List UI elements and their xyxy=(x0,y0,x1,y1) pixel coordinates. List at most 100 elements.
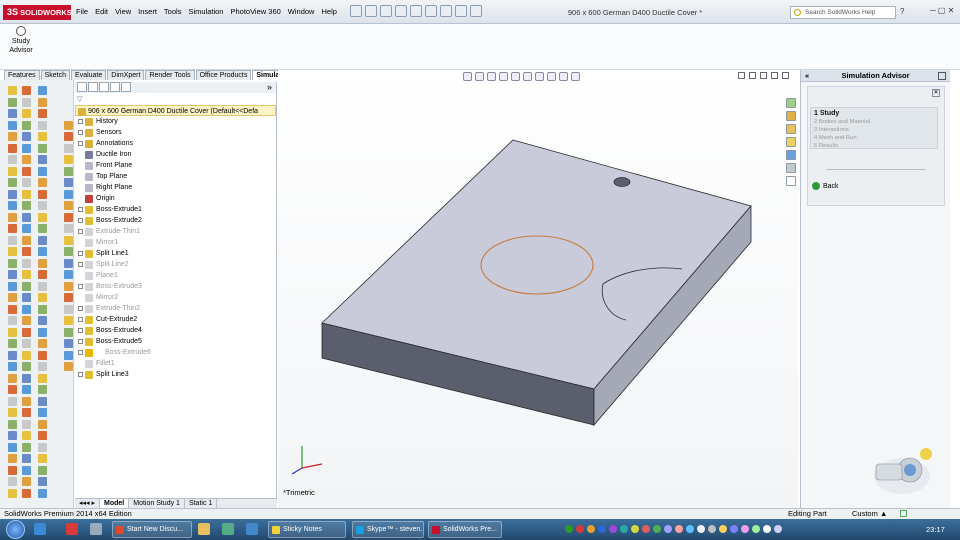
toolbar-tool-icon[interactable] xyxy=(64,281,73,291)
tree-item[interactable]: Top Plane xyxy=(75,171,276,182)
toolbar-tool-icon[interactable] xyxy=(22,396,31,406)
tree-item[interactable]: Front Plane xyxy=(75,160,276,171)
tree-item[interactable]: Extrude-Thin1 xyxy=(75,226,276,237)
toolbar-tool-icon[interactable] xyxy=(22,293,31,302)
toolbar-tool-icon[interactable] xyxy=(22,155,31,164)
tab-model[interactable]: Model xyxy=(100,499,130,508)
toolbar-tool-icon[interactable] xyxy=(64,350,73,360)
toolbar-tool-icon[interactable] xyxy=(8,189,17,199)
tray-icon[interactable] xyxy=(730,525,738,533)
toolbar-tool-icon[interactable] xyxy=(8,120,17,130)
toolbar-tool-icon[interactable] xyxy=(8,109,17,118)
view-palette-tab-icon[interactable] xyxy=(786,137,796,147)
expand-toggle-icon[interactable] xyxy=(78,350,83,355)
menu-file[interactable]: File xyxy=(76,7,88,16)
toolbar-tool-icon[interactable] xyxy=(8,235,17,245)
tree-item[interactable]: Boss-Extrude4 xyxy=(75,325,276,336)
menu-edit[interactable]: Edit xyxy=(95,7,108,16)
tab-dimxpert[interactable]: DimXpert xyxy=(107,70,145,80)
tray-icon[interactable] xyxy=(609,525,617,533)
tree-root-part[interactable]: 906 x 600 German D400 Ductile Cover (Def… xyxy=(75,105,276,116)
options-icon[interactable] xyxy=(470,5,482,17)
toolbar-tool-icon[interactable] xyxy=(64,247,73,256)
advisor-step[interactable]: 2 Bodies and Material xyxy=(814,118,934,126)
toolbar-tool-icon[interactable] xyxy=(38,316,47,325)
tree-item[interactable]: Boss-Extrude1 xyxy=(75,204,276,215)
toolbar-tool-icon[interactable] xyxy=(22,431,31,440)
display-manager-tab[interactable] xyxy=(121,82,131,92)
file-explorer-tab-icon[interactable] xyxy=(786,124,796,134)
tray-icon[interactable] xyxy=(752,525,760,533)
collapse-pane-icon[interactable]: « xyxy=(805,70,809,82)
toolbar-tool-icon[interactable] xyxy=(8,247,17,256)
toolbar-tool-icon[interactable] xyxy=(64,293,73,302)
toolbar-tool-icon[interactable] xyxy=(22,373,31,383)
toolbar-tool-icon[interactable] xyxy=(22,247,31,256)
toolbar-tool-icon[interactable] xyxy=(38,477,47,486)
tab-features[interactable]: Features xyxy=(4,70,40,80)
toolbar-tool-icon[interactable] xyxy=(8,454,17,463)
taskbar-button[interactable]: SolidWorks Pre... xyxy=(428,521,502,538)
taskbar-button[interactable]: Start New Discu... xyxy=(112,521,192,538)
pinned-app-icon[interactable] xyxy=(66,523,78,535)
menu-window[interactable]: Window xyxy=(288,7,315,16)
toolbar-tool-icon[interactable] xyxy=(64,132,73,141)
help-button[interactable]: ? xyxy=(900,7,904,16)
toolbar-tool-icon[interactable] xyxy=(38,97,47,107)
menu-simulation[interactable]: Simulation xyxy=(188,7,223,16)
tree-item[interactable]: Ductile Iron xyxy=(75,149,276,160)
search-input[interactable]: Search SolidWorks Help xyxy=(790,6,896,19)
toolbar-tool-icon[interactable] xyxy=(8,201,17,210)
tree-item[interactable]: Fillet1 xyxy=(75,358,276,369)
expand-toggle-icon[interactable] xyxy=(78,328,83,333)
tray-icon[interactable] xyxy=(763,525,771,533)
pinned-app-icon[interactable] xyxy=(246,523,258,535)
tree-item[interactable]: Plane1 xyxy=(75,270,276,281)
toolbar-tool-icon[interactable] xyxy=(38,201,47,210)
close-icon[interactable]: ✕ xyxy=(932,89,940,97)
toolbar-tool-icon[interactable] xyxy=(64,201,73,210)
file-properties-icon[interactable] xyxy=(455,5,467,17)
taskbar-button[interactable]: Skype™ - steven... xyxy=(352,521,424,538)
toolbar-tool-icon[interactable] xyxy=(38,178,47,187)
unit-system-selector[interactable]: Custom ▲ xyxy=(852,509,887,519)
toolbar-tool-icon[interactable] xyxy=(22,178,31,187)
toolbar-tool-icon[interactable] xyxy=(22,212,31,222)
expand-toggle-icon[interactable] xyxy=(78,207,83,212)
pinned-folder-icon[interactable] xyxy=(198,523,210,535)
advisor-step[interactable]: 3 Interactions xyxy=(814,126,934,134)
toolbar-tool-icon[interactable] xyxy=(38,247,47,256)
toolbar-tool-icon[interactable] xyxy=(22,109,31,118)
new-document-icon[interactable] xyxy=(350,5,362,17)
expand-toggle-icon[interactable] xyxy=(78,119,83,124)
pinned-app-icon[interactable] xyxy=(90,523,102,535)
expand-toggle-icon[interactable] xyxy=(78,218,83,223)
toolbar-tool-icon[interactable] xyxy=(22,408,31,417)
toolbar-tool-icon[interactable] xyxy=(38,293,47,302)
tree-item[interactable]: Boss-Extrude2 xyxy=(75,215,276,226)
toolbar-tool-icon[interactable] xyxy=(38,385,47,394)
tray-icon[interactable] xyxy=(620,525,628,533)
toolbar-tool-icon[interactable] xyxy=(22,281,31,291)
toolbar-tool-icon[interactable] xyxy=(8,362,17,371)
toolbar-tool-icon[interactable] xyxy=(22,442,31,452)
toolbar-tool-icon[interactable] xyxy=(8,258,17,268)
toolbar-tool-icon[interactable] xyxy=(64,339,73,348)
tree-item[interactable]: History xyxy=(75,116,276,127)
toolbar-tool-icon[interactable] xyxy=(8,281,17,291)
toolbar-tool-icon[interactable] xyxy=(8,419,17,429)
rebuild-icon[interactable] xyxy=(440,5,452,17)
toolbar-tool-icon[interactable] xyxy=(38,189,47,199)
toolbar-tool-icon[interactable] xyxy=(8,327,17,337)
tree-item[interactable]: Split Line1 xyxy=(75,248,276,259)
tree-item[interactable]: Split Line2 xyxy=(75,259,276,270)
expand-toggle-icon[interactable] xyxy=(78,262,83,267)
pinned-browser-icon[interactable] xyxy=(34,523,46,535)
undo-icon[interactable] xyxy=(410,5,422,17)
toolbar-tool-icon[interactable] xyxy=(22,201,31,210)
toolbar-tool-icon[interactable] xyxy=(22,120,31,130)
toolbar-tool-icon[interactable] xyxy=(8,178,17,187)
toolbar-tool-icon[interactable] xyxy=(8,97,17,107)
toolbar-tool-icon[interactable] xyxy=(64,258,73,268)
feature-manager-tab[interactable] xyxy=(77,82,87,92)
